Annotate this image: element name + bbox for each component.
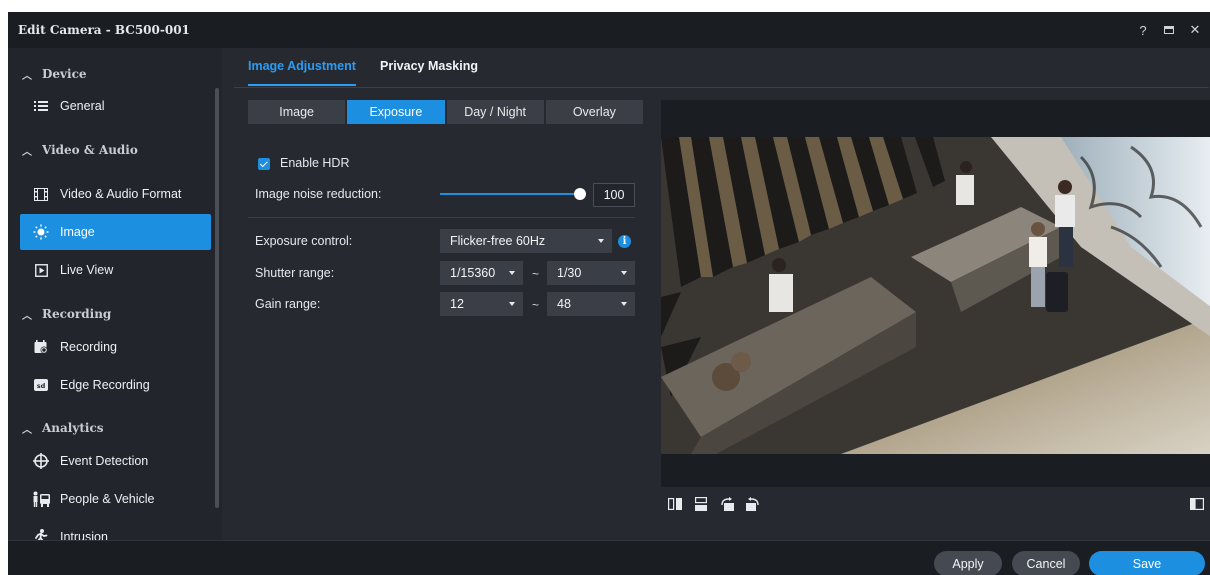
- caret-down-icon: [509, 302, 515, 306]
- range-separator: ~: [532, 267, 540, 281]
- edit-camera-dialog: Edit Camera - BC500-001 ? ✕ ︿ Device Gene…: [8, 12, 1210, 575]
- shutter-min-select[interactable]: 1/15360: [440, 261, 523, 285]
- cancel-button[interactable]: Cancel: [1012, 551, 1080, 575]
- noise-reduction-slider[interactable]: [440, 193, 580, 195]
- shutter-max-select[interactable]: 1/30: [547, 261, 635, 285]
- sidebar-item-label: Image: [60, 225, 95, 239]
- exposure-control-select[interactable]: Flicker-free 60Hz: [440, 229, 612, 253]
- sidebar-item-edge-recording[interactable]: sd Edge Recording: [20, 367, 211, 403]
- sidebar-item-video-audio-format[interactable]: Video & Audio Format: [20, 176, 211, 212]
- flip-vertical-icon[interactable]: [691, 494, 711, 514]
- sidebar-item-people-vehicle[interactable]: People & Vehicle: [20, 481, 211, 517]
- footer: Apply Cancel Save: [8, 540, 1210, 575]
- exposure-control-label: Exposure control:: [255, 234, 353, 248]
- sidebar-scrollbar[interactable]: [215, 88, 219, 508]
- subtab-overlay[interactable]: Overlay: [545, 100, 643, 124]
- sidebar-item-label: People & Vehicle: [60, 492, 155, 506]
- sidebar-section-video-audio[interactable]: ︿ Video & Audio: [8, 137, 208, 163]
- caret-down-icon: [621, 302, 627, 306]
- preview-image: [661, 137, 1210, 454]
- sidebar: ︿ Device General ︿ Video & Audio Video & A…: [8, 48, 219, 545]
- preview-toolbar: [661, 494, 1210, 516]
- subtab-exposure[interactable]: Exposure: [347, 100, 445, 124]
- enable-hdr-checkbox[interactable]: [258, 158, 270, 170]
- panel-toggle-icon[interactable]: [1187, 494, 1207, 514]
- flip-horizontal-icon[interactable]: [665, 494, 685, 514]
- gain-max-select[interactable]: 48: [547, 292, 635, 316]
- tab-privacy-masking[interactable]: Privacy Masking: [380, 59, 478, 73]
- sidebar-item-event-detection[interactable]: Event Detection: [20, 443, 211, 479]
- subtab-day-night[interactable]: Day / Night: [446, 100, 544, 124]
- range-separator: ~: [532, 298, 540, 312]
- help-icon[interactable]: ?: [1136, 23, 1150, 38]
- title-bar: Edit Camera - BC500-001 ? ✕: [8, 12, 1210, 48]
- list-icon: [32, 98, 50, 114]
- caret-down-icon: [621, 271, 627, 275]
- chevron-up-icon: ︿: [22, 310, 32, 322]
- tab-bar: Image Adjustment Privacy Masking: [234, 48, 1209, 88]
- rotate-right-icon[interactable]: [743, 494, 763, 514]
- caret-down-icon: [598, 239, 604, 243]
- window-controls: ? ✕: [1136, 12, 1202, 48]
- sidebar-section-analytics[interactable]: ︿ Analytics: [8, 415, 208, 441]
- play-icon: [32, 262, 50, 278]
- sidebar-item-general[interactable]: General: [20, 88, 211, 124]
- gain-min-select[interactable]: 12: [440, 292, 523, 316]
- noise-reduction-slider-handle[interactable]: [574, 188, 586, 200]
- sidebar-section-recording[interactable]: ︿ Recording: [8, 301, 208, 327]
- maximize-icon[interactable]: [1162, 23, 1176, 37]
- sd-card-icon: sd: [32, 377, 50, 393]
- enable-hdr-label: Enable HDR: [280, 156, 350, 170]
- tab-image-adjustment[interactable]: Image Adjustment: [248, 59, 356, 86]
- sidebar-item-label: Edge Recording: [60, 378, 150, 392]
- apply-button[interactable]: Apply: [934, 551, 1002, 575]
- window-title: Edit Camera - BC500-001: [18, 23, 190, 37]
- crosshair-icon: [32, 453, 50, 469]
- rotate-left-icon[interactable]: [717, 494, 737, 514]
- svg-text:sd: sd: [37, 382, 46, 390]
- content-panel: Image Adjustment Privacy Masking Image E…: [222, 48, 1210, 540]
- camera-preview: [661, 100, 1210, 487]
- calendar-icon: [32, 339, 50, 355]
- sidebar-item-image[interactable]: Image: [20, 214, 211, 250]
- gain-range-label: Gain range:: [255, 297, 321, 311]
- brightness-icon: [32, 224, 50, 240]
- chevron-up-icon: ︿: [22, 424, 32, 436]
- sidebar-section-device[interactable]: ︿ Device: [8, 61, 208, 87]
- sidebar-item-label: Video & Audio Format: [60, 187, 182, 201]
- sidebar-item-label: Recording: [60, 340, 117, 354]
- person-vehicle-icon: [32, 491, 50, 507]
- shutter-range-label: Shutter range:: [255, 266, 335, 280]
- noise-reduction-label: Image noise reduction:: [255, 187, 382, 201]
- save-button[interactable]: Save: [1089, 551, 1205, 575]
- close-icon[interactable]: ✕: [1188, 22, 1202, 37]
- sidebar-item-live-view[interactable]: Live View: [20, 252, 211, 288]
- noise-reduction-value[interactable]: 100: [593, 183, 635, 207]
- subtab-segment: Image Exposure Day / Night Overlay: [248, 100, 643, 124]
- sidebar-item-label: Live View: [60, 263, 114, 277]
- divider: [248, 217, 635, 218]
- sidebar-item-recording[interactable]: Recording: [20, 329, 211, 365]
- info-icon[interactable]: i: [618, 235, 631, 248]
- sidebar-item-label: General: [60, 99, 105, 113]
- sidebar-item-label: Event Detection: [60, 454, 149, 468]
- caret-down-icon: [509, 271, 515, 275]
- chevron-up-icon: ︿: [22, 146, 32, 158]
- subtab-image[interactable]: Image: [248, 100, 346, 124]
- chevron-up-icon: ︿: [22, 70, 32, 82]
- film-icon: [32, 186, 50, 202]
